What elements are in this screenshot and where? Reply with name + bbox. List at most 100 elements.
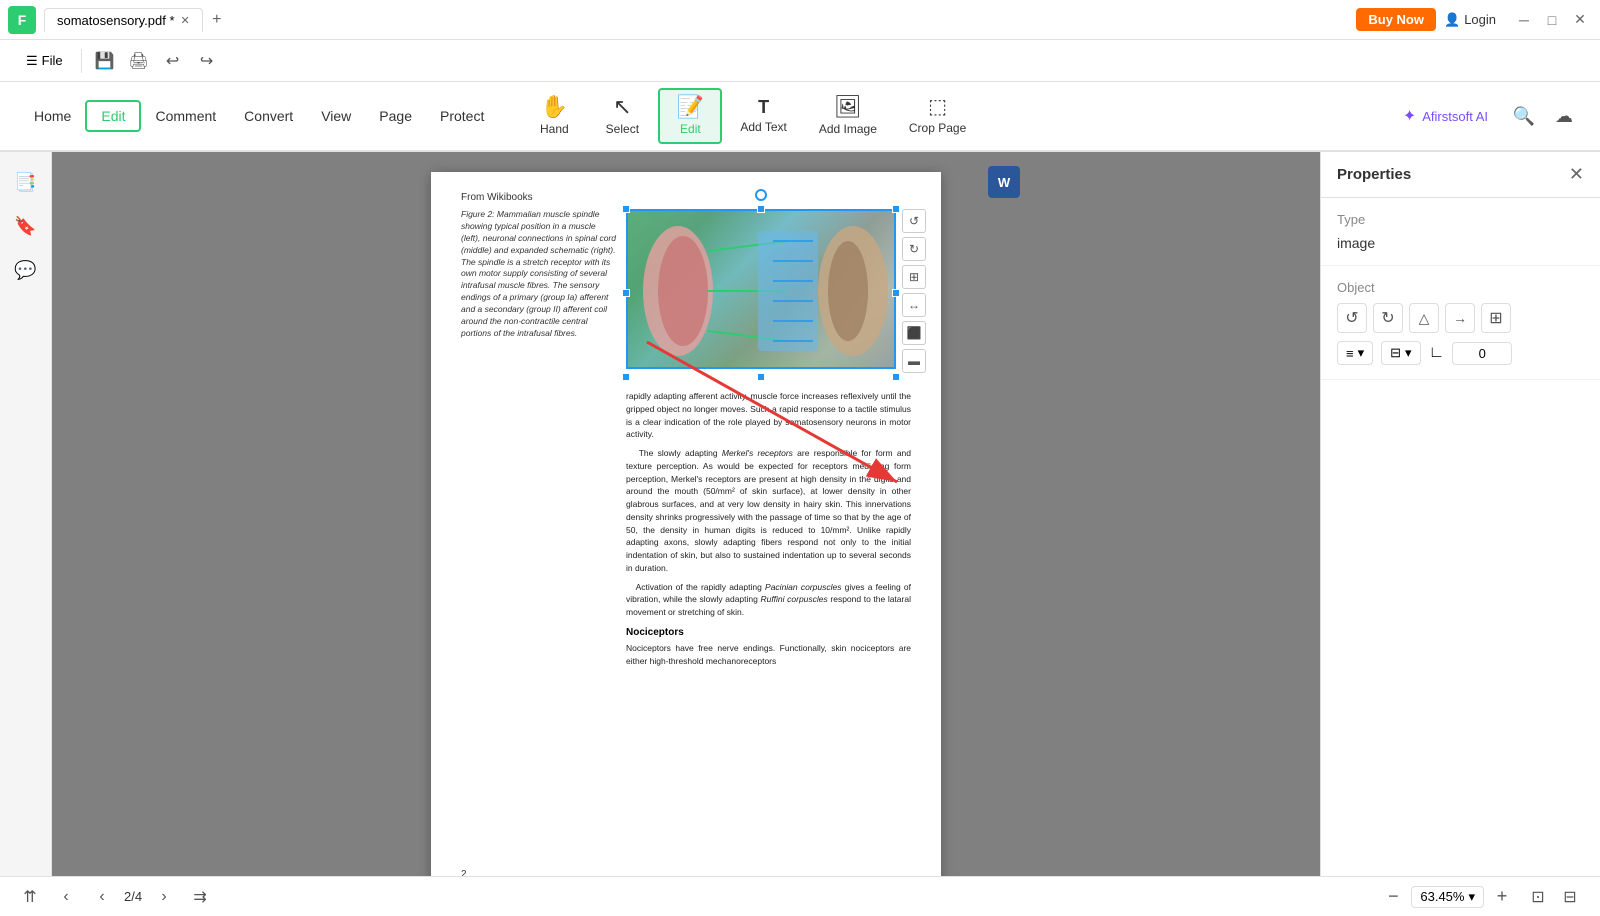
group-btn[interactable]: ⊞ [902,265,926,289]
sidebar-thumbnail-icon[interactable]: 📑 [8,164,44,200]
rotation-handle[interactable] [755,189,767,201]
nav-home[interactable]: Home [20,102,85,130]
add-image-tool[interactable]: 🖼 Add Image [805,90,891,142]
selection-handle-middle-left[interactable] [622,289,630,297]
file-label: File [42,53,63,68]
nav-convert[interactable]: Convert [230,102,307,130]
hand-icon: ✋ [541,96,568,118]
hand-tool[interactable]: ✋ Hand [522,90,586,142]
selection-handle-middle-right[interactable] [892,289,900,297]
first-page-button[interactable]: ⇈ [16,883,44,911]
align-icon: ≡ [1346,346,1354,361]
crop-page-icon: ⬚ [928,97,947,117]
selection-handle-bottom-left[interactable] [622,373,630,381]
undo-button[interactable]: ↩ [158,46,188,76]
zoom-in-button[interactable]: + [1488,883,1516,911]
last-page-button[interactable]: ⇉ [186,883,214,911]
ai-button[interactable]: ✦ Afirstsoft AI [1391,100,1500,132]
select-label: Select [606,122,639,136]
tab-close-button[interactable]: ✕ [181,14,190,27]
nav-comment[interactable]: Comment [141,102,230,130]
edit-tool[interactable]: 📝 Edit [658,88,722,144]
rotate-ccw-tool[interactable]: ↺ [1337,303,1367,333]
search-button[interactable]: 🔍 [1508,100,1540,132]
next-arrow-button[interactable]: › [150,883,178,911]
toolbar-tools: ✋ Hand ↖ Select 📝 Edit T Add Text 🖼 Add … [522,88,980,144]
sidebar-bookmark-icon[interactable]: 🔖 [8,208,44,244]
panel-close-button[interactable]: ✕ [1569,164,1584,185]
minimize-button[interactable]: ─ [1512,8,1536,32]
login-button[interactable]: 👤 Login [1444,12,1496,28]
selection-handle-bottom-right[interactable] [892,373,900,381]
fit-width-button[interactable]: ⊟ [1556,883,1584,911]
buy-now-button[interactable]: Buy Now [1356,8,1436,31]
cloud-upload-button[interactable]: ☁ [1548,100,1580,132]
prev-arrow-button[interactable]: ‹ [88,883,116,911]
page-indicator: 2/4 [124,889,142,904]
image-svg [628,211,898,371]
left-sidebar: 📑 🔖 💬 [0,152,52,876]
fit-page-button[interactable]: ⊡ [1524,883,1552,911]
ai-label: Afirstsoft AI [1422,109,1488,124]
zoom-control: − 63.45% ▾ + [1379,883,1516,911]
pdf-viewer[interactable]: W From Wikibooks Figure 2: Mammalian mus… [52,152,1320,876]
add-text-icon: T [758,98,769,116]
maximize-button[interactable]: □ [1540,8,1564,32]
align-chevron: ▾ [1358,345,1365,361]
selection-handle-top-right[interactable] [892,205,900,213]
add-tab-button[interactable]: + [205,8,229,32]
selected-image-container[interactable]: ↺ ↻ ⊞ ↔ ⬛ ▬ [626,209,896,377]
align-top-btn[interactable]: ⬛ [902,321,926,345]
prev-page-button[interactable]: ‹ [52,883,80,911]
rotate-ccw-btn[interactable]: ↺ [902,209,926,233]
redo-button[interactable]: ↪ [192,46,222,76]
crop-page-tool[interactable]: ⬚ Crop Page [895,91,980,141]
object-section: Object ↺ ↻ △ → ⊞ ≡ ▾ ⊟ ▾ ∟ [1321,266,1600,380]
distribute-dropdown[interactable]: ⊟ ▾ [1381,341,1420,365]
add-image-icon: 🖼 [834,96,862,118]
add-text-tool[interactable]: T Add Text [726,92,800,140]
flip-v-tool[interactable]: △ [1409,303,1439,333]
selection-handle-bottom-middle[interactable] [757,373,765,381]
file-menu-button[interactable]: ☰ File [16,49,73,73]
align-dropdown[interactable]: ≡ ▾ [1337,341,1373,365]
edit-icon: 📝 [677,96,704,118]
word-export-icon[interactable]: W [988,166,1020,198]
selection-handle-top-middle[interactable] [757,205,765,213]
object-label: Object [1337,280,1584,295]
hand-label: Hand [540,122,569,136]
rotate-cw-btn[interactable]: ↻ [902,237,926,261]
add-image-label: Add Image [819,122,877,136]
status-bar: ⇈ ‹ ‹ 2/4 › ⇉ − 63.45% ▾ + ⊡ ⊟ [0,876,1600,916]
wikibooks-label: From Wikibooks [461,192,911,203]
toolbar-right: ✦ Afirstsoft AI 🔍 ☁ [1391,100,1580,132]
align-bottom-btn[interactable]: ▬ [902,349,926,373]
angle-input[interactable] [1452,342,1512,365]
right-content: ↺ ↻ ⊞ ↔ ⬛ ▬ rapidly adapting afferent ac… [626,209,911,667]
rotate-cw-tool[interactable]: ↻ [1373,303,1403,333]
object-tools: ↺ ↻ △ → ⊞ [1337,303,1584,333]
flip-btn[interactable]: ↔ [902,293,926,317]
nav-view[interactable]: View [307,102,365,130]
edit-label: Edit [680,122,701,136]
app-logo: F [8,6,36,34]
active-tab[interactable]: somatosensory.pdf * ✕ [44,8,203,32]
select-tool[interactable]: ↖ Select [590,90,654,142]
print-button[interactable]: 🖨 [124,46,154,76]
sidebar-comment-icon[interactable]: 💬 [8,252,44,288]
zoom-value-dropdown[interactable]: 63.45% ▾ [1411,886,1484,908]
properties-panel: Properties ✕ Type image Object ↺ ↻ △ → ⊞… [1320,152,1600,876]
nav-edit[interactable]: Edit [85,100,141,132]
nav-page[interactable]: Page [365,102,426,130]
nav-protect[interactable]: Protect [426,102,498,130]
group-tool[interactable]: ⊞ [1481,303,1511,333]
selection-handle-top-left[interactable] [622,205,630,213]
save-button[interactable]: 💾 [90,46,120,76]
close-button[interactable]: ✕ [1568,8,1592,32]
flip-h-tool[interactable]: → [1445,303,1475,333]
add-text-label: Add Text [740,120,786,134]
login-avatar-icon: 👤 [1444,12,1460,28]
zoom-percentage: 63.45% [1420,889,1464,904]
menu-bar: ☰ File 💾 🖨 ↩ ↪ [0,40,1600,82]
zoom-out-button[interactable]: − [1379,883,1407,911]
